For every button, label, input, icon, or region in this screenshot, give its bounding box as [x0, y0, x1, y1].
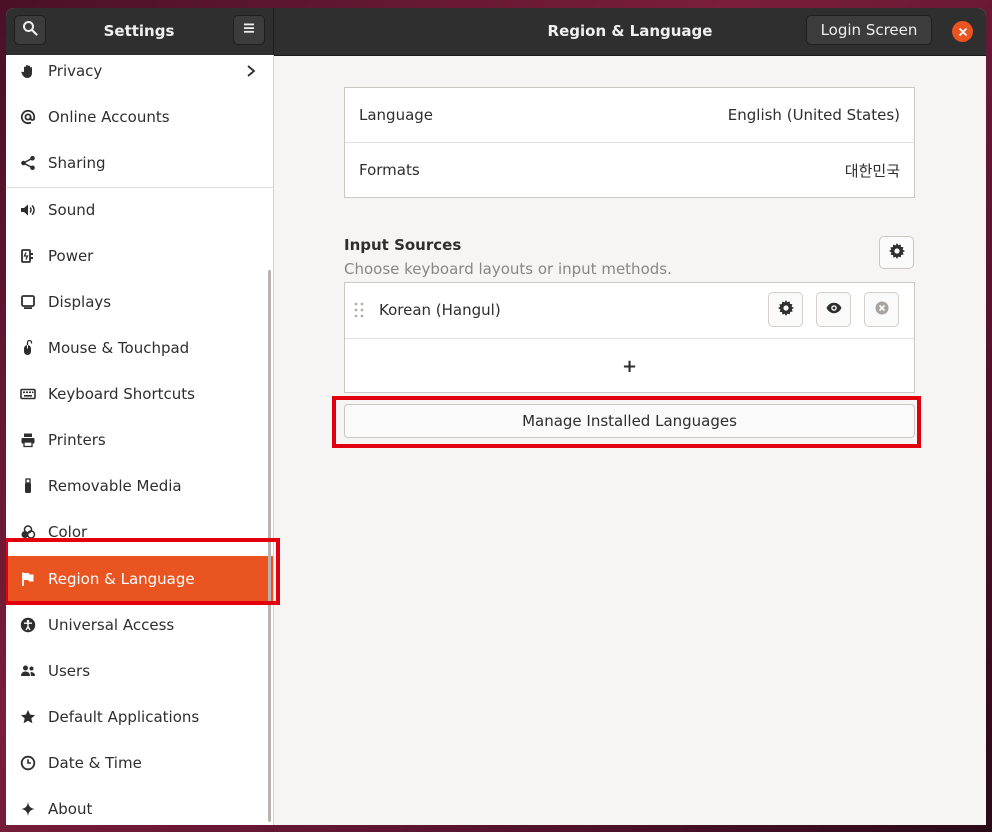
sidebar-item-label: Universal Access [48, 616, 175, 634]
sidebar-item-universal-access[interactable]: Universal Access [6, 602, 273, 648]
speaker-icon [20, 202, 36, 218]
sidebar-item-online-accounts[interactable]: Online Accounts [6, 94, 273, 140]
sidebar-item-privacy[interactable]: Privacy [6, 55, 273, 94]
window-close-button[interactable] [952, 21, 973, 42]
gear-icon [777, 299, 794, 320]
hand-icon [20, 63, 36, 79]
sidebar-item-label: Date & Time [48, 754, 142, 772]
sidebar-item-label: Users [48, 662, 91, 680]
sidebar-item-about[interactable]: About [6, 786, 273, 825]
formats-label: Formats [359, 161, 420, 179]
language-value: English (United States) [727, 106, 900, 124]
display-icon [20, 294, 36, 310]
keyboard-icon [20, 386, 36, 402]
at-sign-icon [20, 109, 36, 125]
menu-button[interactable] [233, 15, 265, 45]
sidebar-item-label: Online Accounts [48, 108, 170, 126]
input-sources-subtitle: Choose keyboard layouts or input methods… [344, 260, 672, 278]
star-icon [20, 709, 36, 725]
users-icon [20, 663, 36, 679]
sidebar-item-label: Privacy [48, 62, 103, 80]
sidebar-item-default-applications[interactable]: Default Applications [6, 694, 273, 740]
sparkle-icon [20, 801, 36, 817]
remove-icon [874, 300, 890, 320]
input-source-remove-button[interactable] [864, 292, 899, 327]
sidebar-title: Settings [103, 22, 175, 40]
sidebar: Privacy Online Accounts Sharing Sound Po… [6, 55, 274, 825]
settings-window: Settings Region & Language Login Screen … [6, 8, 986, 825]
close-icon [958, 23, 968, 41]
clock-icon [20, 755, 36, 771]
formats-value: 대한민국 [844, 161, 900, 180]
gear-icon [888, 242, 905, 263]
hamburger-icon [241, 20, 257, 40]
language-label: Language [359, 106, 434, 124]
login-screen-button[interactable]: Login Screen [806, 15, 932, 45]
sidebar-item-power[interactable]: Power [6, 233, 273, 279]
accessibility-icon [20, 617, 36, 633]
input-sources-panel: Korean (Hangul) + [344, 282, 915, 393]
search-button[interactable] [14, 15, 46, 45]
input-source-settings-button[interactable] [768, 292, 803, 327]
formats-row[interactable]: Formats 대한민국 [345, 143, 914, 197]
input-source-preview-button[interactable] [816, 292, 851, 327]
search-icon [22, 20, 38, 40]
sidebar-item-label: Power [48, 247, 94, 265]
sidebar-item-printers[interactable]: Printers [6, 417, 273, 463]
sidebar-item-label: Default Applications [48, 708, 200, 726]
sidebar-item-mouse-touchpad[interactable]: Mouse & Touchpad [6, 325, 273, 371]
sidebar-item-label: Sharing [48, 154, 106, 172]
sidebar-item-users[interactable]: Users [6, 648, 273, 694]
input-sources-title: Input Sources [344, 236, 462, 254]
share-icon [20, 155, 36, 171]
header-bar: Settings Region & Language Login Screen [6, 8, 986, 56]
sidebar-item-sound[interactable]: Sound [6, 187, 273, 233]
language-formats-panel: Language English (United States) Formats… [344, 87, 915, 198]
sidebar-item-label: Printers [48, 431, 106, 449]
add-icon: + [621, 355, 638, 377]
highlight-box [332, 396, 921, 448]
sidebar-item-label: Mouse & Touchpad [48, 339, 190, 357]
usb-drive-icon [20, 478, 36, 494]
add-input-source-row[interactable]: + [345, 339, 914, 393]
mouse-icon [20, 340, 36, 356]
sidebar-item-keyboard-shortcuts[interactable]: Keyboard Shortcuts [6, 371, 273, 417]
chevron-right-icon [247, 65, 256, 77]
input-sources-options-button[interactable] [879, 236, 914, 269]
sidebar-item-label: Displays [48, 293, 112, 311]
sidebar-item-displays[interactable]: Displays [6, 279, 273, 325]
drag-handle-icon[interactable] [353, 301, 365, 319]
language-row[interactable]: Language English (United States) [345, 88, 914, 142]
sidebar-item-sharing[interactable]: Sharing [6, 140, 273, 186]
eye-icon [826, 300, 842, 320]
power-plug-icon [20, 248, 36, 264]
sidebar-item-date-time[interactable]: Date & Time [6, 740, 273, 786]
highlight-box [6, 538, 280, 605]
sidebar-item-removable-media[interactable]: Removable Media [6, 463, 273, 509]
sidebar-item-label: About [48, 800, 93, 818]
sidebar-item-label: Keyboard Shortcuts [48, 385, 195, 403]
sidebar-item-label: Removable Media [48, 477, 182, 495]
sidebar-item-label: Sound [48, 201, 96, 219]
printer-icon [20, 432, 36, 448]
